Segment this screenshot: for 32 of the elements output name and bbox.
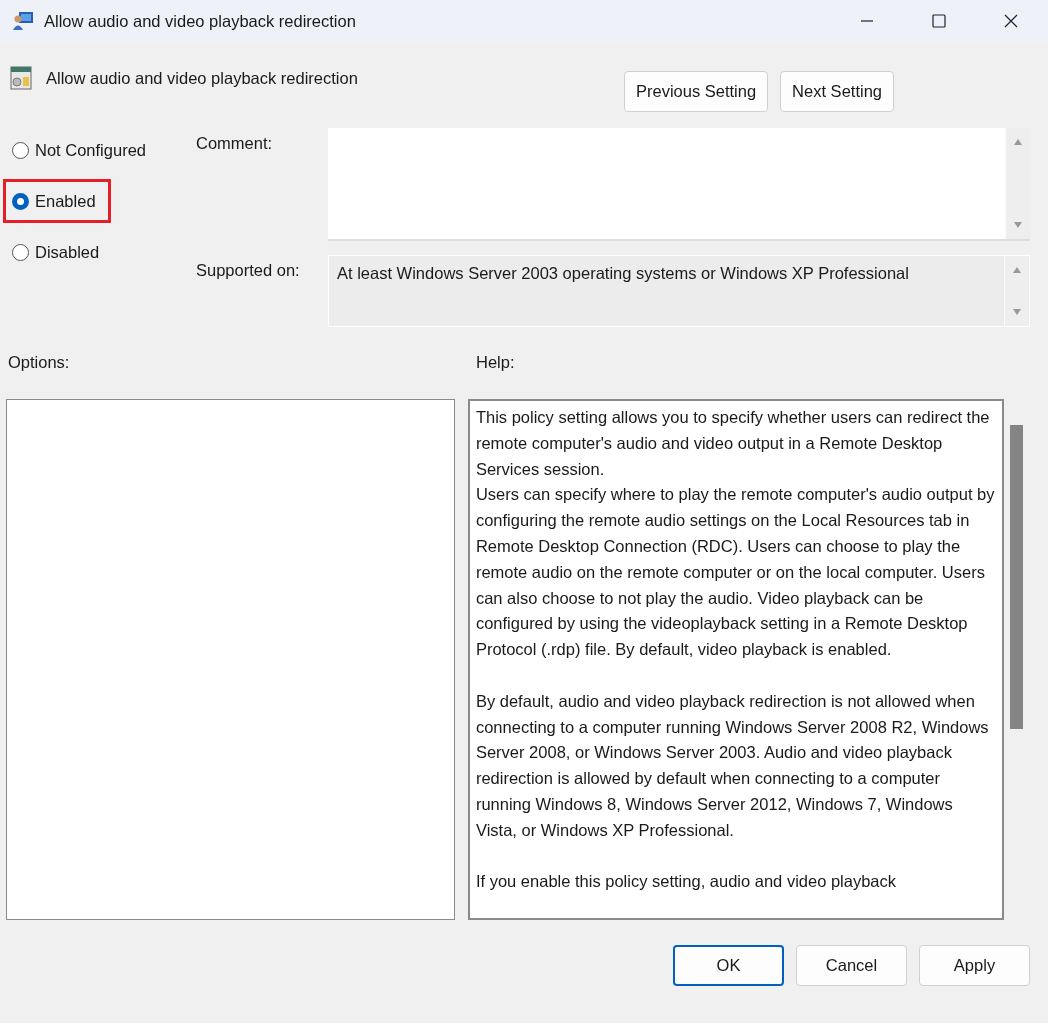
- radio-button[interactable]: [12, 192, 29, 210]
- supported-on-label: Supported on:: [196, 260, 301, 281]
- policy-setting-icon: [10, 66, 32, 90]
- dialog-button[interactable]: Apply: [919, 945, 1030, 986]
- comment-field[interactable]: [328, 128, 1030, 241]
- scrollbar-thumb[interactable]: [1010, 425, 1024, 729]
- maximize-icon[interactable]: [932, 14, 946, 28]
- scroll-up-icon[interactable]: [1012, 266, 1022, 274]
- radio-button[interactable]: [12, 141, 29, 159]
- comment-label: Comment:: [196, 133, 274, 154]
- scroll-up-icon[interactable]: [1013, 138, 1023, 146]
- supported-on-field: At least Windows Server 2003 operating systems or Windows XP Professional: [328, 255, 1030, 327]
- radio-label[interactable]: Disabled: [35, 242, 100, 262]
- setting-title: Allow audio and video playback redirection: [46, 68, 358, 88]
- scroll-down-icon[interactable]: [1012, 308, 1022, 316]
- close-icon[interactable]: [1004, 14, 1018, 28]
- radio-label[interactable]: Enabled: [35, 191, 96, 211]
- dialog-button[interactable]: OK: [673, 945, 784, 986]
- options-label: Options:: [8, 353, 71, 373]
- nav-button[interactable]: Previous Setting: [623, 71, 769, 112]
- help-paragraph: If you enable this policy setting, audio and video playback: [475, 871, 898, 893]
- dialog-button[interactable]: Cancel: [796, 945, 907, 986]
- help-paragraph: By default, audio and video playback redirection is not allowed when connecting to a computer running Windows Server 2008 R2, Windows Server 2008, or Windows Server 2003. Audio and video playback redirection is allowed by default when connecting to a computer running Windows 8, Windows Server 2012, Windows 7, Windows Vista, or Windows XP Professional.: [475, 690, 990, 841]
- help-paragraph: Users can specify where to play the remote computer's audio output by configuring the remote audio settings on the Local Resources tab in Remote Desktop Connection (RDC). Users can choose to play the remote audio on the remote computer or on the local computer. Users can also choose to not play the audio. Video playback can be configured by using the videoplayback setting in a Remote Desktop Protocol (.rdp) file. By default, video playback is enabled.: [475, 484, 996, 661]
- window-title: Allow audio and video playback redirection: [44, 11, 357, 31]
- radio-label[interactable]: Not Configured: [35, 140, 146, 160]
- help-label: Help:: [476, 353, 515, 373]
- radio-button[interactable]: [12, 243, 29, 261]
- nav-button[interactable]: Next Setting: [780, 71, 894, 112]
- help-paragraph: This policy setting allows you to specify whether users can redirect the remote computer's audio and video output in a Remote Desktop Services session.: [475, 407, 991, 480]
- computer-user-icon: [12, 10, 34, 32]
- scroll-down-icon[interactable]: [1013, 221, 1023, 229]
